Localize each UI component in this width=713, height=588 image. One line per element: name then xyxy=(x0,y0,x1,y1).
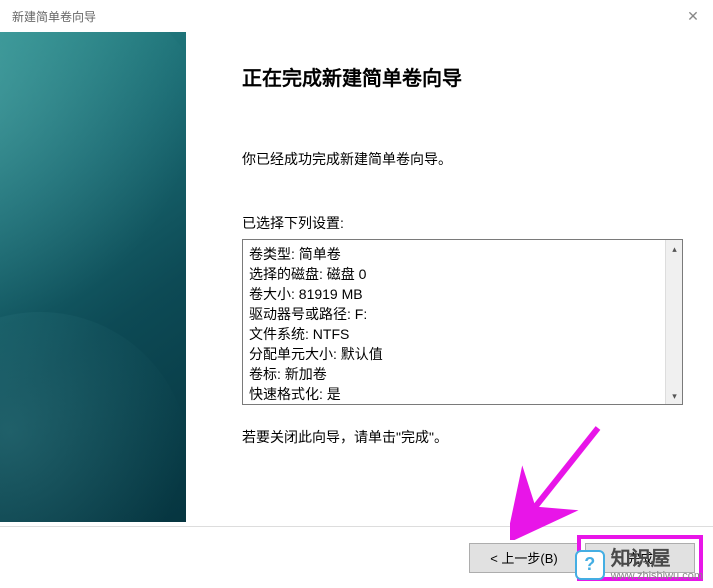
page-title: 正在完成新建简单卷向导 xyxy=(242,62,683,91)
scrollbar[interactable]: ▴ ▾ xyxy=(665,240,682,404)
scroll-down-icon[interactable]: ▾ xyxy=(666,387,683,404)
completion-message: 你已经成功完成新建简单卷向导。 xyxy=(242,149,683,169)
settings-listbox[interactable]: 卷类型: 简单卷 选择的磁盘: 磁盘 0 卷大小: 81919 MB 驱动器号或… xyxy=(242,239,683,405)
watermark-url: www.zhishiwu.com xyxy=(611,570,703,582)
finish-hint: 若要关闭此向导，请单击"完成"。 xyxy=(242,427,683,447)
scroll-up-icon[interactable]: ▴ xyxy=(666,240,683,257)
window-title: 新建简单卷向导 xyxy=(12,8,96,25)
settings-lines: 卷类型: 简单卷 选择的磁盘: 磁盘 0 卷大小: 81919 MB 驱动器号或… xyxy=(249,244,676,404)
settings-label: 已选择下列设置: xyxy=(242,213,683,233)
watermark: ? 知识屋 www.zhishiwu.com xyxy=(575,548,703,582)
watermark-name: 知识屋 xyxy=(611,548,703,570)
wizard-body: 正在完成新建简单卷向导 你已经成功完成新建简单卷向导。 已选择下列设置: 卷类型… xyxy=(0,32,713,522)
wizard-sidebar-image xyxy=(0,32,186,522)
close-icon[interactable]: ✕ xyxy=(685,8,701,24)
wizard-content: 正在完成新建简单卷向导 你已经成功完成新建简单卷向导。 已选择下列设置: 卷类型… xyxy=(186,32,713,522)
watermark-logo-icon: ? xyxy=(575,550,605,580)
back-button[interactable]: < 上一步(B) xyxy=(469,543,579,573)
titlebar: 新建简单卷向导 ✕ xyxy=(0,0,713,32)
